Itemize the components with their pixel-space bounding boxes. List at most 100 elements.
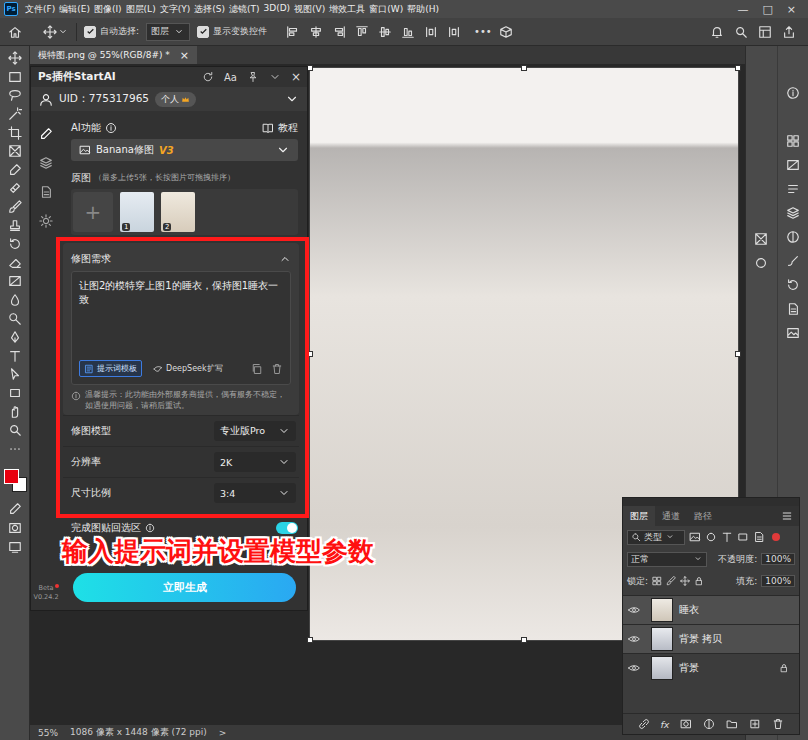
newlayer-icon[interactable] (749, 718, 761, 730)
menu-item[interactable]: 选择(S) (193, 3, 226, 16)
tool-button[interactable] (3, 235, 27, 254)
doc-icon[interactable] (786, 302, 800, 316)
type-filter-icon[interactable] (721, 531, 733, 543)
menu-item[interactable]: 3D(D) (262, 3, 291, 16)
share-icon[interactable] (782, 25, 796, 39)
align-icon[interactable] (355, 25, 369, 39)
move-lock-icon[interactable] (680, 576, 690, 586)
tool-button[interactable] (3, 272, 27, 291)
info-icon[interactable] (145, 523, 155, 533)
checkbox[interactable] (197, 26, 209, 38)
align-icon[interactable] (332, 25, 346, 39)
brush-lock-icon[interactable] (666, 576, 676, 586)
transform-handle[interactable] (735, 351, 741, 357)
rect-filter-icon[interactable] (737, 531, 749, 543)
tool-button[interactable] (3, 216, 27, 235)
tool-button[interactable] (3, 142, 27, 161)
checkbox[interactable] (84, 26, 96, 38)
add-image-button[interactable]: + (73, 192, 113, 232)
section-header[interactable]: 修图需求 (71, 249, 291, 269)
zoom-level[interactable]: 55% (38, 728, 58, 738)
tool-button[interactable] (3, 328, 27, 347)
ps-logo[interactable]: Ps (4, 2, 18, 16)
status-menu-arrow[interactable]: > (219, 728, 227, 738)
tool-button[interactable] (3, 254, 27, 273)
tool-button[interactable] (3, 347, 27, 366)
layers-icon[interactable] (786, 206, 800, 220)
swatches-icon[interactable] (786, 134, 800, 148)
panel-tab[interactable]: 图层 (623, 506, 655, 526)
info-icon[interactable] (786, 86, 800, 100)
prompt-input[interactable]: 让图2的模特穿上图1的睡衣，保持图1睡衣一致提示词模板DeepSeek扩写 (71, 271, 291, 385)
menu-item[interactable]: 增效工具 (328, 3, 366, 16)
history-icon[interactable] (786, 278, 800, 292)
refresh-icon[interactable] (202, 71, 214, 83)
generate-button[interactable]: 立即生成 (73, 573, 296, 602)
transform-handle[interactable] (307, 637, 313, 643)
nav-item[interactable] (31, 177, 61, 206)
source-thumbnail[interactable]: 2 (161, 192, 195, 232)
lock-lock-icon[interactable] (694, 576, 704, 586)
menu-icon[interactable] (781, 510, 793, 522)
source-thumbnail[interactable]: 1 (120, 192, 154, 232)
align-icon[interactable] (309, 25, 323, 39)
menu-item[interactable]: 帮助(H) (406, 3, 440, 16)
visibility-toggle[interactable] (623, 604, 645, 616)
align-icon[interactable] (424, 25, 438, 39)
panel-tab[interactable]: 路径 (687, 506, 719, 526)
prompt-action-button[interactable]: DeepSeek扩写 (148, 360, 228, 377)
tool-preset[interactable] (43, 25, 69, 39)
menu-item[interactable]: 窗口(W) (368, 3, 404, 16)
tool-button[interactable] (3, 123, 27, 142)
collapse-icon[interactable] (269, 71, 281, 83)
doc-filter-icon[interactable] (753, 531, 765, 543)
function-select[interactable]: Banana修图V3 (71, 139, 298, 161)
setting-select[interactable]: 2K (214, 452, 296, 472)
menu-item[interactable]: 文字(Y) (159, 3, 192, 16)
panel-grip[interactable] (623, 498, 799, 506)
target-select[interactable]: 图层 (146, 23, 190, 41)
frame-icon[interactable] (754, 232, 768, 246)
align-icon[interactable] (286, 25, 300, 39)
pin-icon[interactable] (247, 71, 259, 83)
close-button[interactable]: × (180, 49, 189, 62)
setting-select[interactable]: 3:4 (214, 483, 296, 503)
account-row[interactable]: UID：775317965个人 (31, 87, 307, 111)
menu-item[interactable]: 文件(F) (24, 3, 56, 16)
tool-button[interactable] (3, 68, 27, 87)
setting-select[interactable]: 专业版Pro (214, 421, 296, 441)
3d-mode-icon[interactable] (499, 25, 513, 39)
mask-icon[interactable] (680, 718, 692, 730)
trash-icon[interactable] (772, 718, 784, 730)
transform-handle[interactable] (521, 65, 527, 71)
chevron-down-icon[interactable] (285, 92, 299, 106)
link-icon[interactable] (638, 718, 650, 730)
layer-row[interactable]: 睡衣 (623, 595, 799, 624)
menu-item[interactable]: 视图(V) (293, 3, 326, 16)
panel-tab[interactable]: 通道 (655, 506, 687, 526)
tool-button[interactable] (3, 439, 27, 458)
tool-button[interactable] (3, 384, 27, 403)
tool-button[interactable] (3, 402, 27, 421)
copy-icon[interactable] (251, 363, 263, 375)
tool-button[interactable] (3, 537, 27, 556)
font-size-button[interactable]: Aa (224, 72, 237, 83)
trash-icon[interactable] (271, 363, 283, 375)
transform-handle[interactable] (735, 65, 741, 71)
adjust-icon[interactable] (703, 718, 715, 730)
close-button[interactable]: × (291, 70, 301, 84)
image-filter-icon[interactable] (689, 531, 701, 543)
brushes-icon[interactable] (786, 254, 800, 268)
tutorial-link[interactable]: 教程 (262, 121, 298, 135)
align-icon[interactable] (401, 25, 415, 39)
circle-filter-icon[interactable] (705, 531, 717, 543)
align-icon[interactable] (447, 25, 461, 39)
show-transform-checkbox[interactable]: 显示变换控件 (197, 25, 267, 38)
search-icon[interactable] (734, 25, 748, 39)
paste-back-toggle[interactable] (276, 522, 298, 534)
workspace-icon[interactable] (758, 25, 772, 39)
home-icon[interactable] (8, 25, 22, 39)
color-icon[interactable] (786, 110, 800, 124)
window-button[interactable]: □ (762, 3, 772, 16)
folder-icon[interactable] (726, 718, 738, 730)
